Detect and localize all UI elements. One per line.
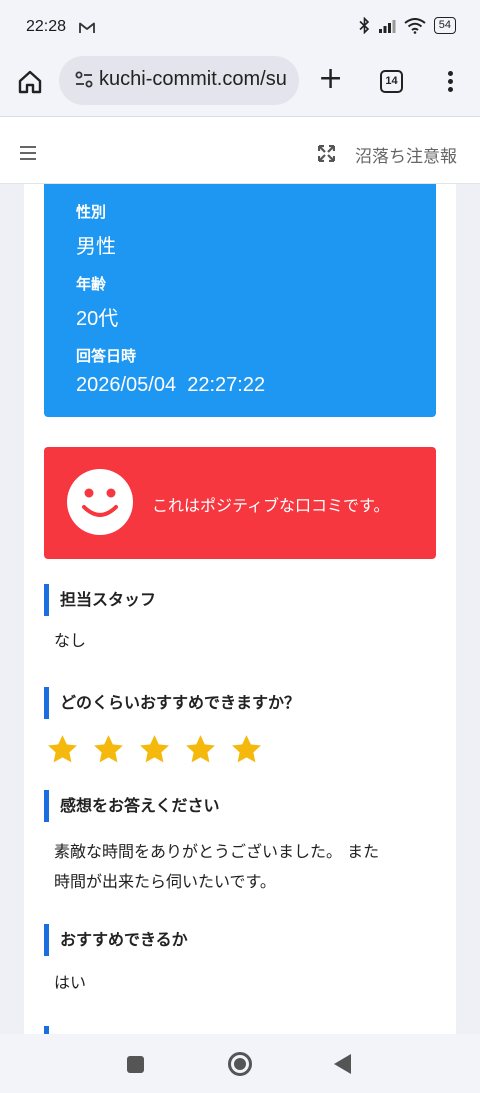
impressions-line-2: 時間が出来たら伺いたいです。	[54, 872, 276, 891]
main-content: 性別 男性 年齢 20代 回答日時 2026/05/04 22:27:22 これ…	[24, 184, 456, 1034]
date-value: 2026/05/04 22:27:22	[76, 374, 266, 396]
smiley-icon	[67, 469, 133, 535]
more-icon[interactable]	[443, 68, 457, 96]
recents-icon[interactable]	[127, 1056, 144, 1073]
age-label: 年齢	[76, 275, 107, 293]
star-icon	[140, 735, 169, 763]
section-body-impressions: 素敵な時間をありがとうございました。 また 時間が出来たら伺いたいです。	[54, 837, 379, 897]
status-time: 22:28	[26, 18, 67, 35]
star-icon	[232, 735, 261, 763]
star-icon	[94, 735, 123, 763]
date-label: 回答日時	[76, 347, 137, 365]
status-bar: 22:28 54	[0, 0, 480, 56]
section-title-staff: 担当スタッフ	[44, 584, 156, 616]
section-title-impressions: 感想をお答えください	[44, 790, 220, 822]
star-icon	[48, 735, 77, 763]
site-title[interactable]: 沼落ち注意報	[355, 142, 457, 167]
site-info-icon[interactable]	[73, 69, 95, 91]
expand-icon[interactable]	[318, 145, 335, 162]
gender-label: 性別	[76, 203, 107, 221]
system-nav-bar	[0, 1034, 480, 1093]
bluetooth-icon	[359, 17, 369, 34]
section-body-staff: なし	[54, 631, 87, 650]
positive-review-text: これはポジティブな口コミです。	[152, 496, 390, 515]
back-icon[interactable]	[334, 1054, 351, 1074]
home-nav-icon[interactable]	[228, 1052, 252, 1076]
gender-value: 男性	[76, 236, 116, 258]
respondent-info-card: 性別 男性 年齢 20代 回答日時 2026/05/04 22:27:22	[44, 184, 436, 417]
browser-toolbar: kuchi-commit.com/su + 14	[0, 56, 480, 116]
wifi-icon	[404, 17, 426, 34]
rating-stars	[46, 733, 263, 766]
site-header: 沼落ち注意報	[0, 116, 480, 184]
address-bar[interactable]: kuchi-commit.com/su	[59, 56, 299, 105]
url-text[interactable]: kuchi-commit.com/su	[99, 68, 294, 91]
home-icon[interactable]	[16, 68, 44, 96]
signal-icon	[378, 19, 396, 33]
battery-icon: 54	[433, 17, 456, 34]
star-icon	[186, 735, 215, 763]
section-title-next	[44, 1026, 60, 1034]
gmail-icon	[79, 22, 95, 33]
positive-review-banner: これはポジティブな口コミです。	[44, 447, 436, 559]
impressions-line-1: 素敵な時間をありがとうございました。 また	[54, 842, 380, 861]
age-value: 20代	[76, 308, 119, 330]
section-body-would-recommend: はい	[54, 973, 87, 992]
plus-icon[interactable]: +	[318, 64, 343, 94]
section-title-recommend-rating: どのくらいおすすめできますか？	[44, 687, 300, 719]
tabs-icon[interactable]: 14	[380, 70, 403, 93]
section-title-would-recommend: おすすめできるか	[44, 924, 188, 956]
hamburger-icon[interactable]	[20, 146, 36, 160]
status-icons: 54	[359, 17, 456, 34]
